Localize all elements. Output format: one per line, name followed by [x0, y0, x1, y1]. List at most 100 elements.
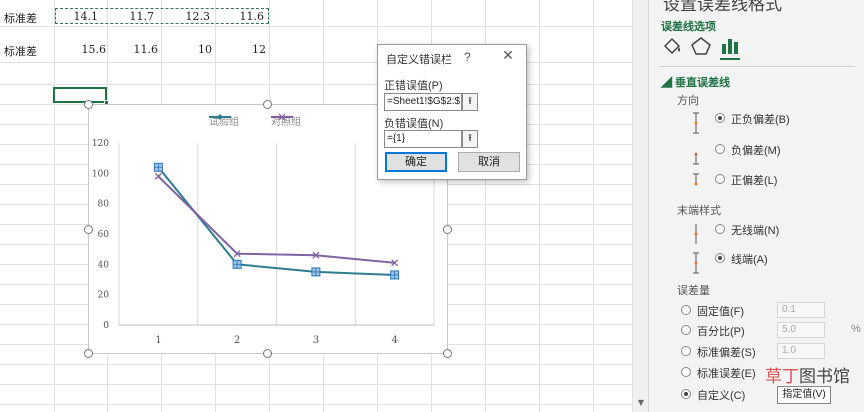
resize-handle[interactable] [84, 100, 93, 109]
error-bar-minus-icon [693, 152, 699, 165]
copy-marquee [55, 8, 269, 24]
row-label-cell[interactable]: 标准差 [4, 10, 37, 26]
resize-handle[interactable] [263, 100, 272, 109]
pane-title: 设置误差线格式 [663, 0, 782, 14]
y-tick-label: 0 [103, 321, 109, 331]
resize-handle[interactable] [263, 349, 272, 358]
row-line [0, 404, 632, 405]
value-cell[interactable]: 12 [230, 43, 266, 56]
stddev-input[interactable]: 1.0 [777, 343, 825, 359]
end-style-label: 末端样式 [677, 205, 721, 217]
y-tick-label: 100 [92, 169, 109, 179]
radio-plus[interactable] [715, 174, 725, 184]
direction-both-label: 正负偏差(B) [731, 114, 790, 126]
row-line [0, 384, 632, 385]
direction-minus-label: 负偏差(M) [731, 145, 781, 157]
fixed-value-label: 固定值(F) [697, 306, 745, 318]
collapse-dialog-icon[interactable]: ⭱ [462, 130, 478, 148]
y-tick-label: 80 [98, 200, 110, 210]
scroll-down-icon[interactable]: ▼ [633, 396, 649, 410]
y-tick-label: 20 [98, 291, 110, 301]
watermark-part: 草丁 [765, 367, 799, 386]
radio-no-cap[interactable] [715, 224, 725, 234]
effects-icon[interactable] [689, 36, 713, 56]
percent-unit: % [851, 323, 861, 335]
value-cell[interactable]: 11.6 [122, 43, 159, 56]
error-bar-options-tab[interactable]: 误差线选项 [661, 18, 716, 34]
amount-percent-option[interactable]: 百分比(P) 5.0 % [649, 322, 864, 340]
row-line [0, 62, 632, 63]
positive-error-input[interactable]: =Sheet1!$G$2:$ [384, 93, 462, 111]
value-cell[interactable]: 10 [176, 43, 212, 56]
amount-fixed-option[interactable]: 固定值(F) 0.1 [649, 302, 864, 320]
error-amount-label: 误差量 [677, 285, 710, 297]
active-cell[interactable] [53, 87, 109, 105]
collapse-dialog-icon[interactable]: ⭱ [462, 93, 478, 111]
close-icon[interactable]: ✕ [499, 48, 517, 64]
column-line [54, 0, 55, 412]
cancel-button[interactable]: 取消 [458, 152, 520, 172]
radio-minus[interactable] [715, 144, 725, 154]
radio-stderr[interactable] [681, 367, 691, 377]
amount-stddev-option[interactable]: 标准偏差(S) 1.0 [649, 343, 864, 361]
column-line [593, 0, 594, 412]
positive-error-label: 正错误值(P) [384, 80, 443, 92]
watermark: 草丁图书馆 [765, 362, 850, 387]
cap-icon [693, 252, 699, 274]
amount-custom-option[interactable]: 自定义(C) [649, 386, 864, 404]
resize-handle[interactable] [84, 225, 93, 234]
radio-both[interactable] [715, 113, 725, 123]
divider [659, 66, 855, 67]
active-tab-indicator [720, 58, 740, 60]
error-bar-plus-icon [693, 173, 699, 186]
end-style-none-option[interactable]: 无线端(N) [649, 221, 864, 244]
y-tick-label: 40 [98, 260, 110, 270]
stddev-label: 标准偏差(S) [697, 347, 756, 359]
fixed-value-input[interactable]: 0.1 [777, 302, 825, 318]
radio-custom[interactable] [681, 389, 691, 399]
direction-plus-label: 正偏差(L) [731, 175, 778, 187]
x-tick-label: 4 [391, 335, 397, 346]
specify-value-button[interactable]: 指定值(V) [777, 386, 831, 404]
dialog-title: 自定义错误栏 [386, 54, 452, 66]
direction-minus-option[interactable]: 负偏差(M) [649, 141, 864, 165]
error-bar-both-icon [693, 112, 699, 134]
resize-handle[interactable] [443, 225, 452, 234]
value-cell[interactable]: 15.6 [70, 43, 107, 56]
end-style-cap-option[interactable]: 线端(A) [649, 250, 864, 274]
resize-handle[interactable] [443, 349, 452, 358]
radio-cap[interactable] [715, 253, 725, 263]
spreadsheet-grid[interactable]: 标准差 14.1 11.7 12.3 11.6 标准差 15.6 11.6 10… [0, 0, 632, 412]
format-error-bars-pane: 设置误差线格式 误差线选项 ◢ 垂直误差线 方向 正负偏差(B) 负偏差(M) [648, 0, 864, 412]
x-tick-label: 3 [313, 335, 319, 346]
percent-label: 百分比(P) [697, 326, 745, 338]
no-cap-label: 无线端(N) [731, 225, 780, 237]
direction-both-option[interactable]: 正负偏差(B) [649, 110, 864, 134]
help-button[interactable]: ? [464, 50, 471, 64]
y-tick-label: 120 [92, 139, 109, 149]
fill-line-icon[interactable] [661, 36, 685, 56]
column-line [539, 0, 540, 412]
direction-plus-option[interactable]: 正偏差(L) [649, 171, 864, 189]
row-label-cell[interactable]: 标准差 [4, 43, 37, 59]
negative-error-label: 负错误值(N) [384, 118, 444, 130]
resize-handle[interactable] [84, 349, 93, 358]
no-cap-icon [694, 224, 698, 244]
custom-error-bars-dialog[interactable]: 自定义错误栏 ? ✕ 正错误值(P) =Sheet1!$G$2:$ ⭱ 负错误值… [377, 44, 527, 180]
x-tick-label: 1 [155, 335, 161, 346]
negative-error-input[interactable]: ={1} [384, 130, 462, 148]
percent-input[interactable]: 5.0 [777, 322, 825, 338]
custom-label: 自定义(C) [697, 390, 746, 402]
vertical-scrollbar[interactable]: ▼ [632, 0, 648, 412]
y-tick-label: 60 [98, 230, 110, 240]
radio-stddev[interactable] [681, 346, 691, 356]
cap-label: 线端(A) [731, 254, 768, 266]
ok-button[interactable]: 确定 [385, 152, 447, 172]
radio-fixed[interactable] [681, 305, 691, 315]
row-line [0, 364, 632, 365]
direction-label: 方向 [677, 95, 699, 107]
row-line [0, 26, 632, 27]
radio-percent[interactable] [681, 325, 691, 335]
bar-chart-icon[interactable] [719, 36, 743, 56]
vertical-error-bar-section[interactable]: ◢ 垂直误差线 [661, 74, 730, 90]
